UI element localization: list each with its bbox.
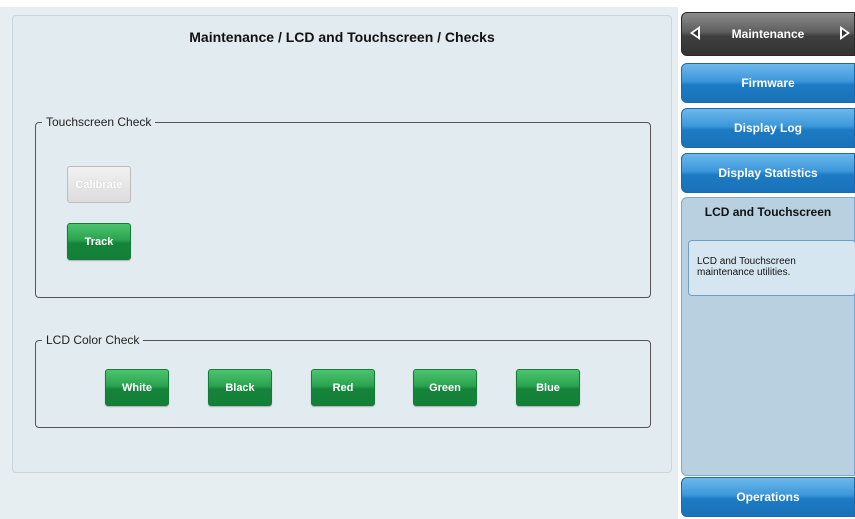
lcd-color-check-group: LCD Color Check White Black Red Green Bl…	[35, 333, 651, 428]
top-strip	[0, 0, 678, 7]
triangle-right-icon[interactable]	[838, 21, 852, 45]
nav-operations[interactable]: Operations	[681, 477, 855, 517]
red-button[interactable]: Red	[311, 369, 375, 406]
maintenance-header: Maintenance	[681, 12, 855, 56]
triangle-left-icon[interactable]	[688, 21, 702, 45]
touchscreen-check-group: Touchscreen Check Calibrate Track	[35, 115, 651, 298]
main-panel: Maintenance / LCD and Touchscreen / Chec…	[12, 15, 672, 473]
nav-lcd-touchscreen-active: LCD and Touchscreen LCD and Touchscreen …	[681, 197, 855, 476]
nav-display-statistics[interactable]: Display Statistics	[681, 153, 855, 193]
lcd-color-check-legend: LCD Color Check	[46, 333, 140, 347]
maintenance-header-label: Maintenance	[731, 27, 805, 41]
white-button[interactable]: White	[105, 369, 169, 406]
nav-display-log[interactable]: Display Log	[681, 108, 855, 148]
calibrate-button[interactable]: Calibrate	[67, 166, 131, 203]
touchscreen-check-legend: Touchscreen Check	[46, 115, 152, 129]
blue-button[interactable]: Blue	[516, 369, 580, 406]
black-button[interactable]: Black	[208, 369, 272, 406]
green-button[interactable]: Green	[413, 369, 477, 406]
nav-firmware[interactable]: Firmware	[681, 63, 855, 103]
section-description: LCD and Touchscreen maintenance utilitie…	[688, 240, 855, 296]
sidebar: Maintenance Firmware Display Log Display…	[678, 0, 855, 519]
page-title: Maintenance / LCD and Touchscreen / Chec…	[189, 29, 495, 45]
active-section-title: LCD and Touchscreen	[704, 205, 832, 219]
track-button[interactable]: Track	[67, 223, 131, 260]
